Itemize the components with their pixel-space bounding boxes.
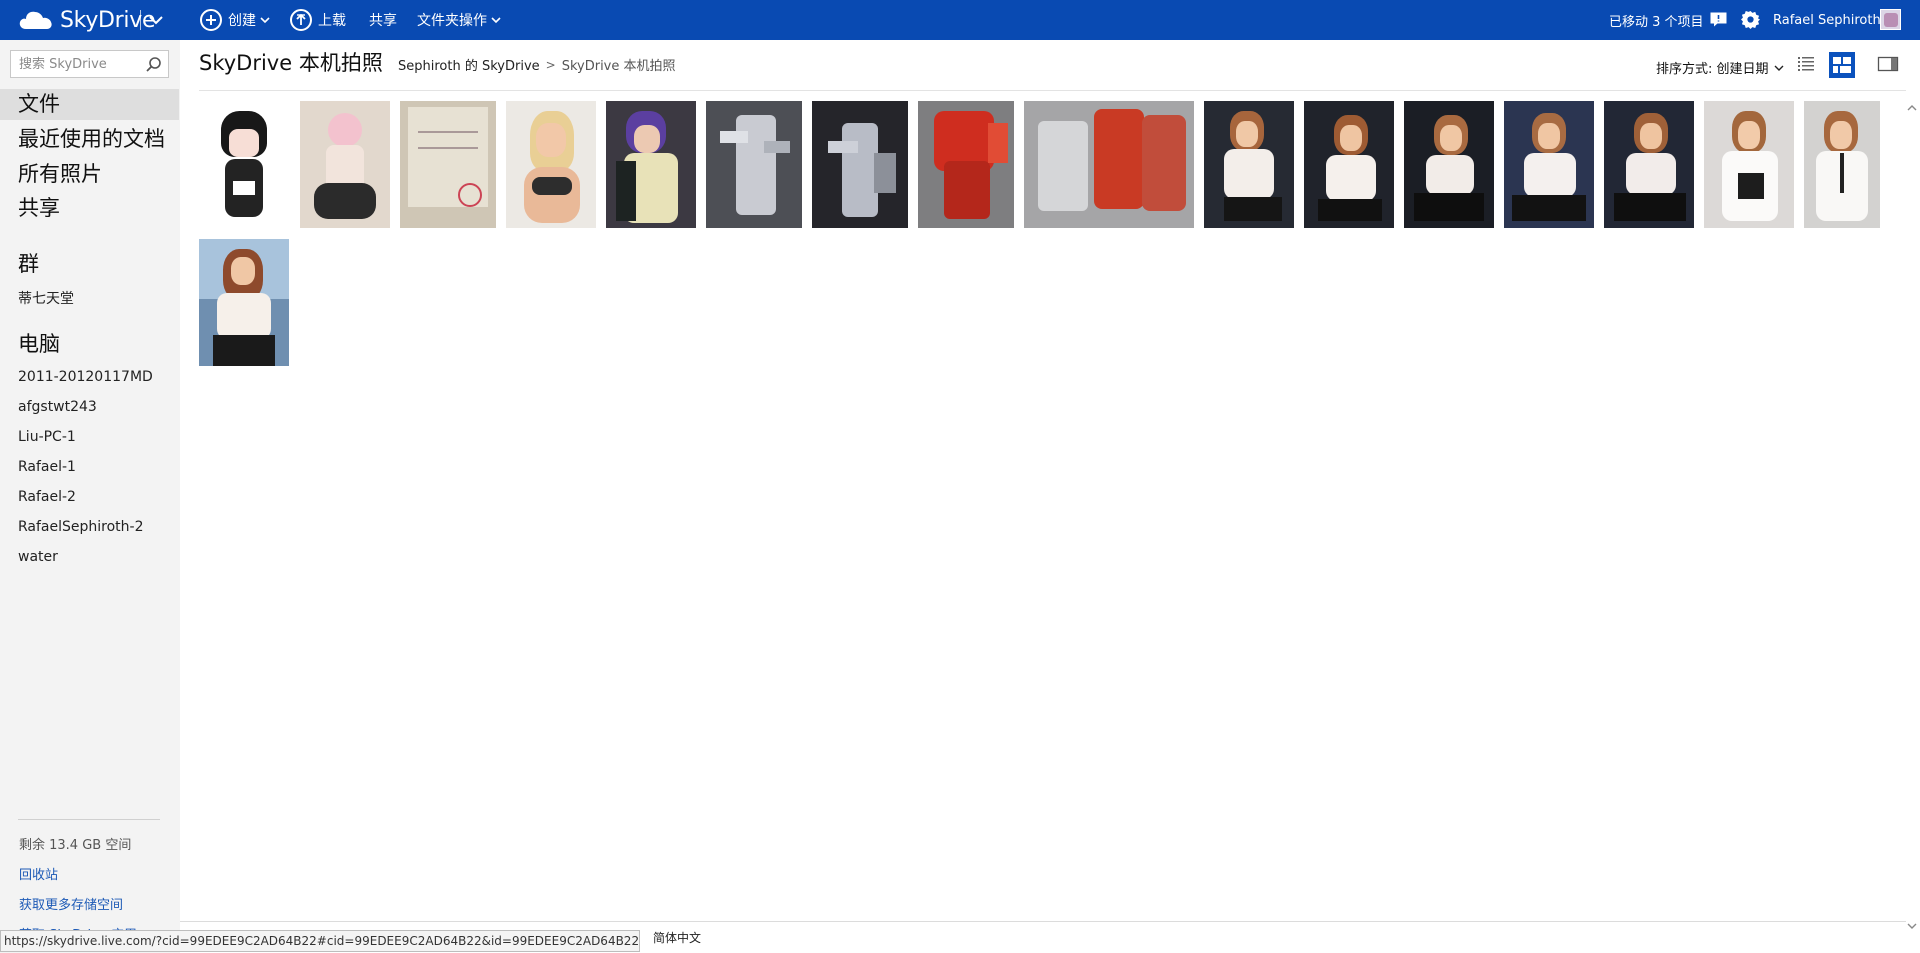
photo-thumbnail[interactable] xyxy=(1704,101,1794,228)
brand-separator xyxy=(140,10,141,30)
skydrive-logo[interactable]: SkyDrive xyxy=(18,0,156,40)
groups-heading[interactable]: 群 xyxy=(18,248,39,278)
cloud-icon xyxy=(19,11,52,29)
photo-thumbnail[interactable] xyxy=(199,239,289,366)
chevron-down-icon xyxy=(491,17,501,24)
chevron-down-icon xyxy=(260,17,270,24)
photo-thumbnail[interactable] xyxy=(300,101,390,228)
scroll-down-icon[interactable] xyxy=(1906,920,1918,932)
upload-button[interactable]: 上载 xyxy=(290,0,346,40)
get-more-storage-link[interactable]: 获取更多存储空间 xyxy=(19,894,123,913)
pc-item[interactable]: Liu-PC-1 xyxy=(18,429,76,445)
nav-shared[interactable]: 共享 xyxy=(0,193,180,224)
photo-thumbnail[interactable] xyxy=(1204,101,1294,228)
photo-thumbnail[interactable] xyxy=(1304,101,1394,228)
thumbnail-view-icon xyxy=(1833,57,1851,73)
photo-thumbnail[interactable] xyxy=(1024,101,1194,228)
user-menu[interactable]: Rafael Sephiroth xyxy=(1773,0,1881,40)
pcs-heading[interactable]: 电脑 xyxy=(18,328,60,358)
user-name: Rafael Sephiroth xyxy=(1773,12,1881,28)
folder-actions-label: 文件夹操作 xyxy=(417,13,487,29)
language-selector[interactable]: 简体中文 xyxy=(653,929,701,946)
list-view-icon[interactable] xyxy=(1794,52,1818,76)
messages-icon[interactable] xyxy=(1710,12,1727,27)
chevron-down-icon xyxy=(1774,65,1784,71)
sort-dropdown[interactable]: 排序方式: 创建日期 xyxy=(1656,58,1784,77)
pc-item[interactable]: afgstwt243 xyxy=(18,399,97,415)
nav-all-photos[interactable]: 所有照片 xyxy=(0,159,180,190)
photo-thumbnail[interactable] xyxy=(1804,101,1880,228)
footer-divider xyxy=(180,921,1906,922)
photo-thumbnail[interactable] xyxy=(400,101,496,228)
pc-item[interactable]: RafaelSephiroth-2 xyxy=(18,519,144,535)
folder-actions-button[interactable]: 文件夹操作 xyxy=(417,0,501,40)
share-label: 共享 xyxy=(369,13,397,29)
scroll-up-icon[interactable] xyxy=(1906,102,1918,114)
details-pane-icon[interactable] xyxy=(1876,52,1900,76)
breadcrumb-root[interactable]: Sephiroth 的 SkyDrive xyxy=(398,55,540,74)
nav-files[interactable]: 文件 xyxy=(0,89,179,120)
create-button[interactable]: 创建 xyxy=(200,0,270,40)
gear-icon[interactable] xyxy=(1741,10,1760,29)
photo-thumbnail[interactable] xyxy=(1404,101,1494,228)
pc-item[interactable]: water xyxy=(18,549,58,565)
move-status[interactable]: 已移动 3 个项目 xyxy=(1609,0,1704,40)
pc-item[interactable]: Rafael-1 xyxy=(18,459,76,475)
pc-item[interactable]: 2011-20120117MD xyxy=(18,369,153,385)
pc-item[interactable]: Rafael-2 xyxy=(18,489,76,505)
move-status-text: 已移动 3 个项目 xyxy=(1609,14,1704,30)
photo-thumbnail[interactable] xyxy=(606,101,696,228)
photo-thumbnail[interactable] xyxy=(1604,101,1694,228)
photo-thumbnail[interactable] xyxy=(1504,101,1594,228)
plus-icon xyxy=(200,9,222,31)
upload-label: 上载 xyxy=(318,13,346,29)
photo-thumbnail[interactable] xyxy=(706,101,802,228)
share-button[interactable]: 共享 xyxy=(369,0,397,40)
breadcrumb-current: SkyDrive 本机拍照 xyxy=(561,59,676,74)
recycle-bin-link[interactable]: 回收站 xyxy=(19,864,58,883)
create-label: 创建 xyxy=(228,13,256,29)
photo-thumbnail[interactable] xyxy=(199,101,289,228)
left-navigation: 文件 最近使用的文档 所有照片 共享 群 蒂七天堂 电脑 2011-201201… xyxy=(0,40,180,953)
photo-thumbnail[interactable] xyxy=(506,101,596,228)
browser-status-bar: https://skydrive.live.com/?cid=99EDEE9C2… xyxy=(0,930,640,952)
upload-icon xyxy=(290,9,312,31)
header-divider xyxy=(199,90,1906,91)
storage-remaining: 剩余 13.4 GB 空间 xyxy=(19,838,132,853)
search-input[interactable] xyxy=(11,51,147,77)
top-bar: SkyDrive 创建 上载 共享 文件夹操作 已移动 3 个项目 Rafael… xyxy=(0,0,1920,40)
search-box[interactable] xyxy=(10,50,169,78)
sort-label: 排序方式: 创建日期 xyxy=(1656,62,1769,77)
photo-thumbnail[interactable] xyxy=(812,101,908,228)
chevron-down-icon[interactable] xyxy=(147,11,165,29)
group-item[interactable]: 蒂七天堂 xyxy=(18,288,74,308)
page-title: SkyDrive 本机拍照 xyxy=(199,51,383,75)
sidebar-divider xyxy=(18,819,160,820)
breadcrumb: Sephiroth 的 SkyDrive > SkyDrive 本机拍照 xyxy=(398,55,676,75)
photo-thumbnail[interactable] xyxy=(918,101,1014,228)
nav-recent-docs[interactable]: 最近使用的文档 xyxy=(0,124,180,155)
avatar[interactable] xyxy=(1880,9,1901,30)
search-icon[interactable] xyxy=(145,56,162,73)
chevron-right-icon: > xyxy=(545,57,556,72)
thumbnail-view-button[interactable] xyxy=(1829,52,1855,78)
